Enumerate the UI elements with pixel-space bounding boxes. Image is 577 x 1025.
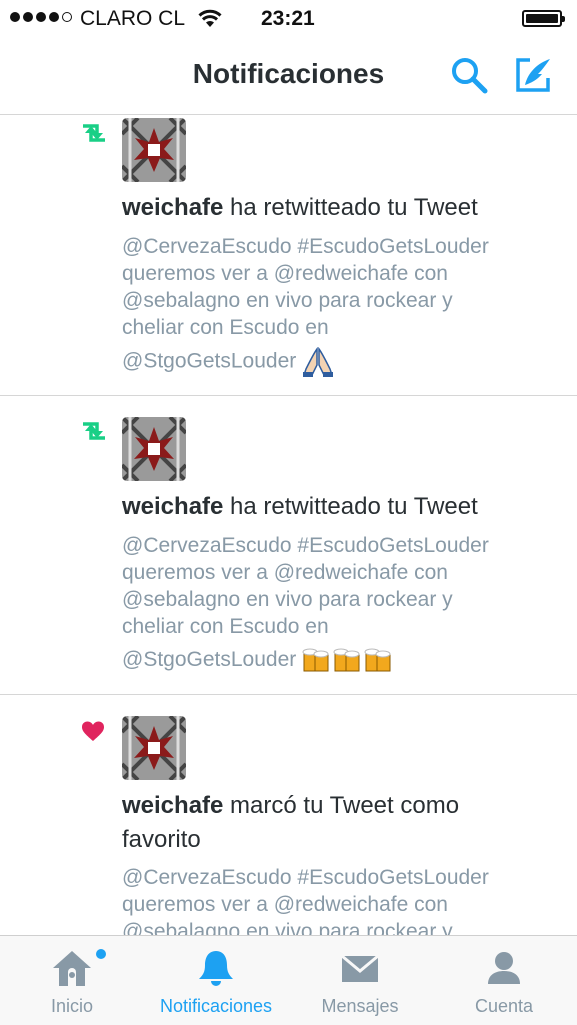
tweet-line: @CervezaEscudo #EscudoGetsLouder <box>122 534 489 557</box>
folded-hands-emoji-icon <box>303 347 334 377</box>
carrier-name: CLARO CL <box>80 7 186 30</box>
tweet-line: @StgoGetsLouder <box>122 648 297 671</box>
tweet-line: @sebalagno en vivo para rockear y <box>122 289 453 312</box>
tab-label: Inicio <box>50 996 94 1016</box>
tab-label: Notificaciones <box>159 996 273 1016</box>
avatar[interactable] <box>122 417 186 481</box>
signal-strength-icon <box>10 12 72 22</box>
weichafe-avatar-image <box>122 417 186 481</box>
bell-icon <box>199 951 233 986</box>
tab-label: Cuenta <box>474 996 534 1016</box>
tweet-line: queremos ver a @redweichafe con <box>122 893 448 916</box>
notification-headline: weichafe ha retwitteado tu Tweet <box>122 490 547 524</box>
unread-dot <box>96 949 106 959</box>
tweet-text[interactable]: @CervezaEscudo #EscudoGetsLouder queremo… <box>122 864 557 935</box>
notification-item[interactable]: weichafe marcó tu Tweet como favorito @C… <box>0 694 577 935</box>
tweet-line: @StgoGetsLouder <box>122 349 297 373</box>
search-button[interactable] <box>448 54 490 96</box>
tab-inicio[interactable]: Inicio <box>0 936 144 1025</box>
username[interactable]: weichafe <box>122 493 223 520</box>
tab-mensajes[interactable]: Mensajes <box>288 936 432 1025</box>
tweet-line: cheliar con Escudo en <box>122 615 329 638</box>
tweet-line: queremos ver a @redweichafe con <box>122 262 448 285</box>
notifications-feed[interactable]: weichafe ha retwitteado tu Tweet @Cervez… <box>0 115 577 935</box>
username[interactable]: weichafe <box>122 194 223 221</box>
notification-headline: weichafe ha retwitteado tu Tweet <box>122 191 547 225</box>
home-icon <box>53 951 91 986</box>
notification-action: ha retwitteado tu Tweet <box>223 493 478 520</box>
notification-action: ha retwitteado tu Tweet <box>223 194 478 221</box>
wifi-icon <box>198 9 222 27</box>
person-icon <box>488 952 520 984</box>
status-bar: CLARO CL 23:21 <box>0 0 577 36</box>
tab-notificaciones[interactable]: Notificaciones <box>144 936 288 1025</box>
tab-cuenta[interactable]: Cuenta <box>432 936 576 1025</box>
page-title: Notificaciones <box>192 58 385 89</box>
notification-item[interactable]: weichafe ha retwitteado tu Tweet @Cervez… <box>0 115 577 396</box>
tab-label: Mensajes <box>321 996 399 1016</box>
tweet-line: @sebalagno en vivo para rockear y <box>122 588 453 611</box>
compose-icon <box>516 58 550 92</box>
username[interactable]: weichafe <box>122 792 223 819</box>
clock: 23:21 <box>261 7 315 30</box>
tweet-line: @sebalagno en vivo para rockear y <box>122 920 453 935</box>
tweet-text[interactable]: @CervezaEscudo #EscudoGetsLouder queremo… <box>122 233 557 377</box>
avatar[interactable] <box>122 716 186 780</box>
avatar[interactable] <box>122 118 186 182</box>
tweet-line: cheliar con Escudo en <box>122 316 329 339</box>
tab-bar: Inicio Notificaciones Mensajes Cuenta <box>0 935 577 1025</box>
compose-tweet-button[interactable] <box>512 54 554 96</box>
weichafe-avatar-image <box>122 118 186 182</box>
notification-headline: weichafe marcó tu Tweet como favorito <box>122 789 507 857</box>
notification-item[interactable]: weichafe ha retwitteado tu Tweet @Cervez… <box>0 395 577 695</box>
envelope-icon <box>341 954 379 982</box>
beer-mugs-emoji-icon <box>302 648 391 672</box>
weichafe-avatar-image <box>122 716 186 780</box>
tweet-text[interactable]: @CervezaEscudo #EscudoGetsLouder queremo… <box>122 532 557 674</box>
heart-icon <box>82 721 104 741</box>
tweet-line: @CervezaEscudo #EscudoGetsLouder <box>122 866 489 889</box>
nav-header: Notificaciones <box>0 36 577 115</box>
retweet-icon <box>83 124 105 142</box>
tweet-line: @CervezaEscudo #EscudoGetsLouder <box>122 235 489 258</box>
search-icon <box>452 58 488 94</box>
tweet-line: queremos ver a @redweichafe con <box>122 561 448 584</box>
retweet-icon <box>83 422 105 440</box>
battery-icon <box>522 10 565 27</box>
